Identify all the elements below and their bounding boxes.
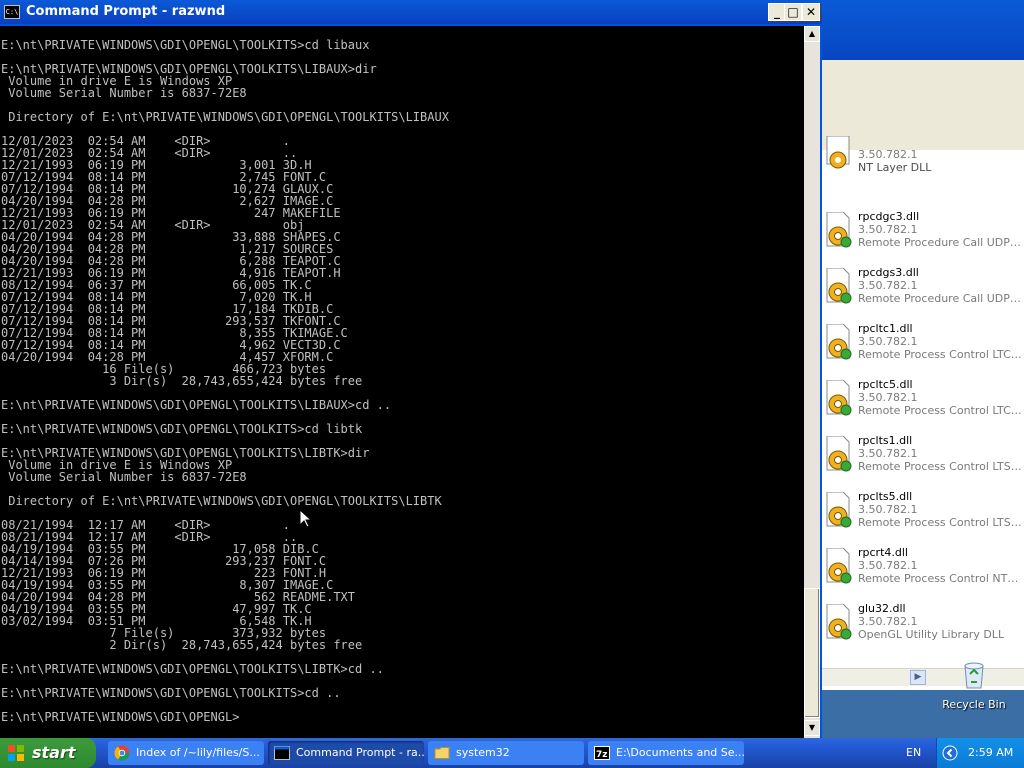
dll-gear-icon	[826, 492, 852, 528]
dll-gear-icon	[826, 268, 852, 304]
dll-gear-icon	[826, 212, 852, 248]
file-version: 3.50.782.1	[858, 223, 918, 236]
file-item[interactable]: rpcdgs3.dll 3.50.782.1 Remote Procedure Ca…	[822, 262, 1024, 318]
console-icon	[274, 746, 290, 760]
console-text: E:\nt\PRIVATE\WINDOWS\GDI\OPENGL\TOOLKIT…	[1, 38, 449, 724]
command-prompt-window[interactable]: C:\ Command Prompt - razwnd _ □ ✕ E:\nt\…	[0, 0, 822, 738]
dll-gear-icon	[826, 324, 852, 360]
file-item[interactable]: glu32.dll 3.50.782.1 OpenGL Utility Librar…	[822, 598, 1024, 654]
7zip-icon: 7z	[594, 746, 610, 760]
clock[interactable]: 2:59 AM	[968, 746, 1013, 759]
console-vertical-scrollbar[interactable]: ▲ ▼	[804, 26, 820, 738]
start-label: start	[32, 743, 76, 762]
svg-text:7z: 7z	[596, 750, 608, 760]
file-description: Remote Procedure Call UDP se...	[858, 292, 1022, 305]
explorer-menubar	[822, 60, 1024, 89]
window-title: Command Prompt - razwnd	[26, 4, 226, 19]
explorer-window-background[interactable]: 3.50.782.1 NT Layer DLL rpcdgc3.dll 3.50.…	[822, 0, 1024, 690]
file-name: rpcltc1.dll	[858, 322, 913, 335]
dll-gear-icon	[826, 136, 850, 169]
file-description: OpenGL Utility Library DLL	[858, 628, 1005, 641]
taskbar-button-label: Command Prompt - ra...	[296, 746, 424, 759]
file-description: Remote Procedure Call UDP cli...	[858, 236, 1022, 249]
file-name: rpclts1.dll	[858, 434, 913, 447]
file-version: 3.50.782.1	[858, 279, 918, 292]
recycle-bin-shortcut[interactable]: Recycle Bin	[940, 658, 1008, 711]
file-name: rpcltc5.dll	[858, 378, 913, 391]
windows-logo-icon	[8, 745, 24, 761]
recycle-bin-label: Recycle Bin	[942, 698, 1006, 711]
file-item[interactable]: rpcdgc3.dll 3.50.782.1 Remote Procedure Ca…	[822, 206, 1024, 262]
file-version: 3.50.782.1	[858, 615, 918, 628]
taskbar-button-command-prompt[interactable]: Command Prompt - ra...	[268, 741, 424, 765]
file-name: glu32.dll	[858, 602, 906, 615]
file-description: Remote Process Control LTC5 ...	[858, 404, 1022, 417]
maximize-button[interactable]: □	[784, 3, 802, 21]
file-name: rpcdgc3.dll	[858, 210, 920, 223]
dll-gear-icon	[826, 380, 852, 416]
file-version: 3.50.782.1	[858, 559, 918, 572]
dll-gear-icon	[826, 604, 852, 640]
file-version: 3.50.782.1	[858, 447, 918, 460]
recycle-bin-icon	[964, 662, 984, 689]
file-description: Remote Process Control LTS5 ...	[858, 516, 1022, 529]
file-description: Remote Process Control LTC1 ...	[858, 348, 1022, 361]
taskbar-button-browser[interactable]: Index of /~lily/files/S...	[108, 741, 264, 765]
file-item-partial[interactable]: 3.50.782.1 NT Layer DLL	[822, 136, 1024, 196]
file-name: rpcdgs3.dll	[858, 266, 919, 279]
scroll-down-icon[interactable]: ▼	[804, 720, 820, 736]
scroll-right-icon[interactable]: ▶	[910, 670, 926, 685]
dll-gear-icon	[826, 436, 852, 472]
file-version: 3.50.782.1	[858, 503, 918, 516]
taskbar: start Index of /~lily/files/S... Command…	[0, 738, 1024, 768]
taskbar-button-label: E:\Documents and Se...	[616, 746, 744, 759]
explorer-titlebar[interactable]	[822, 0, 1024, 60]
taskbar-button-7zip[interactable]: 7z E:\Documents and Se...	[588, 741, 744, 765]
taskbar-button-system32[interactable]: system32	[428, 741, 584, 765]
file-version: 3.50.782.1	[858, 148, 918, 161]
file-name: rpclts5.dll	[858, 490, 913, 503]
mouse-cursor-icon	[300, 510, 312, 528]
scroll-thumb[interactable]	[804, 588, 820, 718]
file-description: NT Layer DLL	[858, 161, 932, 174]
file-name: rpcrt4.dll	[858, 546, 908, 559]
chrome-icon	[114, 745, 130, 761]
folder-icon	[434, 747, 450, 759]
close-button[interactable]: ✕	[802, 3, 820, 21]
dll-gear-icon	[826, 548, 852, 584]
file-item[interactable]: rpcrt4.dll 3.50.782.1 Remote Process Contr…	[822, 542, 1024, 598]
tray-arrow-icon[interactable]	[942, 745, 958, 761]
explorer-file-list: 3.50.782.1 NT Layer DLL rpcdgc3.dll 3.50.…	[822, 136, 1024, 658]
file-version: 3.50.782.1	[858, 391, 918, 404]
start-button[interactable]: start	[0, 738, 96, 768]
file-description: Remote Process Control LTS1 ...	[858, 460, 1022, 473]
console-output-area[interactable]: E:\nt\PRIVATE\WINDOWS\GDI\OPENGL\TOOLKIT…	[0, 26, 804, 738]
scroll-up-icon[interactable]: ▲	[804, 26, 820, 42]
file-item[interactable]: rpcltc1.dll 3.50.782.1 Remote Process Cont…	[822, 318, 1024, 374]
file-item[interactable]: rpclts5.dll 3.50.782.1 Remote Process Cont…	[822, 486, 1024, 542]
file-version: 3.50.782.1	[858, 335, 918, 348]
file-item[interactable]: rpcltc5.dll 3.50.782.1 Remote Process Cont…	[822, 374, 1024, 430]
cmd-titlebar[interactable]: C:\ Command Prompt - razwnd _ □ ✕	[0, 0, 822, 24]
file-item[interactable]: rpclts1.dll 3.50.782.1 Remote Process Cont…	[822, 430, 1024, 486]
file-description: Remote Process Control NT4 DLL	[858, 572, 1022, 585]
console-icon: C:\	[4, 5, 20, 19]
language-indicator[interactable]: EN	[906, 746, 921, 759]
taskbar-button-label: system32	[456, 746, 510, 759]
taskbar-button-label: Index of /~lily/files/S...	[136, 746, 260, 759]
